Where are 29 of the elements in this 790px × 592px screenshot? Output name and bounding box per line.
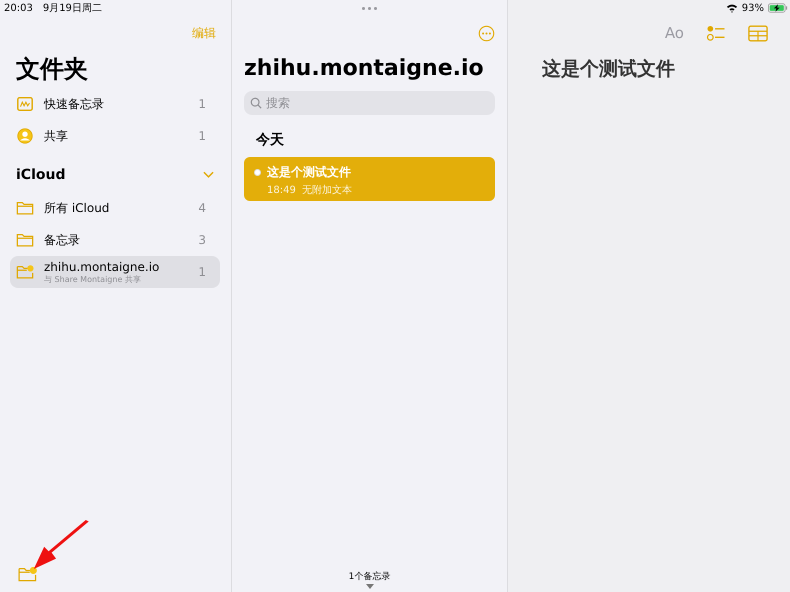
battery-charging-icon bbox=[768, 3, 788, 13]
list-title: zhihu.montaigne.io bbox=[244, 55, 485, 83]
wifi-icon bbox=[726, 3, 738, 13]
folder-item[interactable]: 备忘录 3 bbox=[10, 224, 220, 256]
note-title: 这是个测试文件 bbox=[542, 57, 676, 82]
person-icon bbox=[16, 127, 34, 145]
folder-item[interactable]: zhihu.montaigne.io 与 Share Montaigne 共享 1 bbox=[10, 256, 220, 288]
chevron-down-icon[interactable] bbox=[203, 171, 214, 179]
sidebar-item[interactable]: 共享 1 bbox=[10, 120, 220, 152]
checklist-icon[interactable] bbox=[706, 24, 726, 42]
more-icon[interactable] bbox=[478, 24, 495, 42]
battery-percent: 93% bbox=[742, 2, 764, 14]
group-header: 今天 bbox=[255, 131, 285, 150]
status-date: 9月19日周二 bbox=[42, 2, 102, 15]
search-icon bbox=[250, 97, 262, 109]
triangle-down-icon bbox=[366, 584, 374, 589]
table-icon[interactable] bbox=[748, 24, 768, 42]
folder-icon bbox=[16, 199, 34, 217]
folder-item[interactable]: 所有 iCloud 4 bbox=[10, 192, 220, 224]
new-folder-icon[interactable] bbox=[18, 566, 38, 582]
sidebar-item[interactable]: 快速备忘录 1 bbox=[10, 88, 220, 120]
folder-icon bbox=[16, 231, 34, 249]
sidebar-title: 文件夹 bbox=[15, 54, 89, 85]
search-field[interactable]: 搜索 bbox=[244, 91, 495, 115]
note-board-icon bbox=[16, 95, 34, 113]
status-time: 20:03 bbox=[4, 2, 33, 14]
note-count: 1个备忘录 bbox=[348, 570, 392, 582]
shared-folder-icon bbox=[16, 263, 34, 281]
section-title: iCloud bbox=[16, 167, 66, 183]
